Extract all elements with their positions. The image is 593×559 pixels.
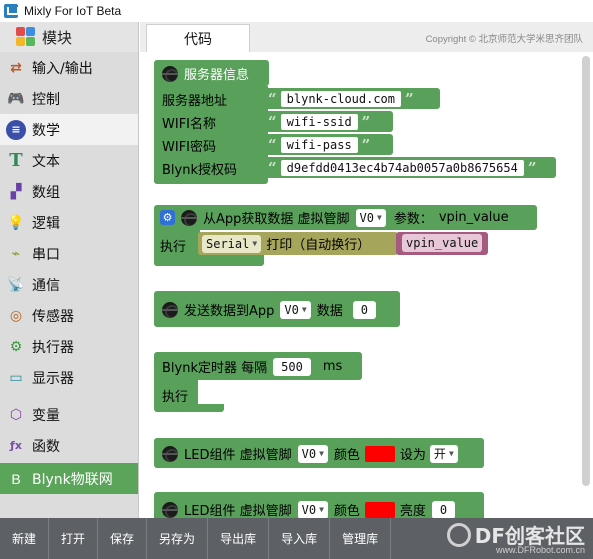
send-pin-dropdown[interactable]: V0 ▼ bbox=[280, 300, 311, 319]
variable-icon: ⬡ bbox=[9, 406, 23, 423]
send-data-number[interactable]: 0 bbox=[352, 300, 376, 319]
save-button[interactable]: 保存 bbox=[98, 518, 148, 559]
gear-icon[interactable]: ⚙ bbox=[160, 210, 175, 225]
auth-token-field[interactable]: d9efdd0413ec4b74ab0057a0b8675654 bbox=[280, 160, 524, 176]
category-serial[interactable]: ⌁ 串口 bbox=[0, 238, 138, 269]
category-display[interactable]: ▭ 显示器 bbox=[0, 362, 138, 393]
category-text[interactable]: T 文本 bbox=[0, 145, 138, 176]
manage-library-button[interactable]: 管理库 bbox=[330, 518, 392, 559]
arrows-icon: ⇄ bbox=[10, 59, 22, 76]
tab-code[interactable]: 代码 bbox=[146, 24, 250, 52]
receive-pin-dropdown[interactable]: V0 ▼ bbox=[355, 208, 386, 227]
bulb-icon: 💡 bbox=[7, 214, 25, 231]
app-icon bbox=[4, 4, 19, 18]
timer-interval-number[interactable]: 500 bbox=[273, 357, 311, 376]
led2-color-swatch[interactable] bbox=[364, 501, 395, 518]
led1-state-dropdown[interactable]: 开 ▼ bbox=[429, 444, 458, 463]
math-icon: ≡ bbox=[6, 119, 26, 140]
workspace-scrollbar[interactable] bbox=[579, 52, 593, 518]
dfrobot-logo-icon bbox=[446, 522, 471, 547]
sidebar-header-label: 模块 bbox=[42, 28, 73, 47]
category-array[interactable]: ▞ 数组 bbox=[0, 176, 138, 207]
led1-color-swatch[interactable] bbox=[364, 445, 395, 462]
actuator-icon: ⚙ bbox=[9, 338, 23, 355]
category-function[interactable]: ƒx 函数 bbox=[0, 430, 138, 461]
puzzle-icon bbox=[16, 27, 38, 47]
array-icon: ▞ bbox=[10, 183, 22, 200]
block-workspace[interactable]: 服务器信息 服务器地址 “blynk-cloud.com” WIFI名称 “wi… bbox=[140, 52, 579, 518]
blynk-logo-icon bbox=[162, 301, 178, 318]
monitor-icon: ▭ bbox=[9, 369, 23, 386]
category-sidebar: 模块 ⇄ 输入/输出 🎮 控制 ≡ 数学 T 文本 ▞ 数组 💡 逻辑 ⌁ 串口… bbox=[0, 22, 139, 518]
category-sensor[interactable]: ◎ 传感器 bbox=[0, 300, 138, 331]
blynk-logo-icon bbox=[181, 209, 197, 226]
category-logic[interactable]: 💡 逻辑 bbox=[0, 207, 138, 238]
import-library-button[interactable]: 导入库 bbox=[269, 518, 331, 559]
gamepad-icon: 🎮 bbox=[7, 90, 25, 107]
wifi-ssid-field[interactable]: wifi-ssid bbox=[280, 114, 358, 130]
satellite-icon: 📡 bbox=[7, 276, 25, 293]
scrollbar-thumb[interactable] bbox=[582, 56, 590, 486]
serial-dropdown[interactable]: Serial ▼ bbox=[202, 234, 262, 253]
tab-row: 代码 Copyright © 北京师范大学米思齐团队 bbox=[140, 22, 593, 52]
var-dropdown[interactable]: vpin_value bbox=[402, 234, 483, 252]
server-address-field[interactable]: blynk-cloud.com bbox=[280, 91, 402, 107]
plug-icon: ⌁ bbox=[11, 245, 21, 262]
led2-pin-dropdown[interactable]: V0 ▼ bbox=[297, 500, 328, 518]
window-title: Mixly For IoT Beta bbox=[24, 4, 122, 18]
function-icon: ƒx bbox=[10, 439, 22, 452]
blynk-b-icon: B bbox=[11, 470, 21, 487]
led1-pin-dropdown[interactable]: V0 ▼ bbox=[297, 444, 328, 463]
blynk-logo-icon bbox=[162, 65, 178, 82]
category-comm[interactable]: 📡 通信 bbox=[0, 269, 138, 300]
sensor-icon: ◎ bbox=[9, 307, 23, 324]
text-icon: T bbox=[9, 150, 23, 171]
export-library-button[interactable]: 导出库 bbox=[208, 518, 270, 559]
category-variable[interactable]: ⬡ 变量 bbox=[0, 399, 138, 430]
led2-brightness-number[interactable]: 0 bbox=[431, 500, 456, 518]
blynk-logo-icon bbox=[162, 501, 178, 518]
new-button[interactable]: 新建 bbox=[0, 518, 50, 559]
param-name[interactable]: vpin_value bbox=[439, 210, 509, 225]
blynk-logo-icon bbox=[162, 445, 178, 462]
category-math[interactable]: ≡ 数学 bbox=[0, 114, 138, 145]
copyright-text: Copyright © 北京师范大学米思齐团队 bbox=[425, 34, 583, 45]
title-bar: Mixly For IoT Beta bbox=[0, 0, 593, 22]
sidebar-header: 模块 bbox=[0, 22, 138, 52]
watermark-url: www.DFRobot.com.cn bbox=[495, 545, 585, 555]
category-io[interactable]: ⇄ 输入/输出 bbox=[0, 52, 138, 83]
category-control[interactable]: 🎮 控制 bbox=[0, 83, 138, 114]
category-actuator[interactable]: ⚙ 执行器 bbox=[0, 331, 138, 362]
category-blynk[interactable]: B Blynk物联网 bbox=[0, 463, 138, 494]
wifi-pass-field[interactable]: wifi-pass bbox=[280, 137, 358, 153]
save-as-button[interactable]: 另存为 bbox=[147, 518, 209, 559]
open-button[interactable]: 打开 bbox=[49, 518, 99, 559]
